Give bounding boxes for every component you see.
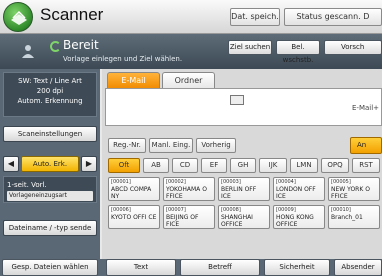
destination-field[interactable] bbox=[105, 88, 382, 126]
density-left-button[interactable]: ◀ bbox=[3, 156, 19, 172]
entry-name: YOKOHAMA O FFICE bbox=[166, 186, 207, 200]
index-tab-ef[interactable]: EF bbox=[201, 158, 227, 173]
scanner-logo-icon bbox=[3, 2, 33, 32]
save-data-button[interactable]: Dat. speich. bbox=[230, 8, 280, 26]
destination-entry[interactable]: [00010] Branch_01 bbox=[328, 205, 380, 229]
resolution-text: 200 dpi bbox=[36, 87, 64, 95]
search-destination-button[interactable]: Ziel suchen bbox=[228, 40, 272, 55]
tab-email[interactable]: E-Mail bbox=[107, 72, 160, 89]
previous-button[interactable]: Vorherig bbox=[196, 138, 236, 153]
index-tab-cd[interactable]: CD bbox=[172, 158, 198, 173]
feed-type-text: Vorlageneinzugsart bbox=[7, 191, 93, 201]
destination-entry[interactable]: [00001] ABCD COMPA NY bbox=[108, 177, 160, 201]
destination-entry[interactable]: [00008] SHANGHAI OFFICE bbox=[218, 205, 270, 229]
destination-entry[interactable]: [00009] HONG KONG OFFICE bbox=[273, 205, 325, 229]
entry-name: NEW YORK O FFICE bbox=[331, 186, 370, 200]
subject-button[interactable]: Betreff bbox=[180, 259, 260, 276]
destination-entry[interactable]: [00005] NEW YORK O FFICE bbox=[328, 177, 380, 201]
entry-number: [00009] bbox=[276, 207, 296, 213]
scan-settings-button[interactable]: Scaneinstellungen bbox=[3, 126, 97, 142]
original-feed-type-button[interactable]: 1-seit. Vorl. Vorlageneinzugsart bbox=[3, 176, 97, 203]
entry-number: [00001] bbox=[111, 179, 131, 185]
entry-name: HONG KONG OFFICE bbox=[276, 214, 314, 228]
entry-name: BERLIN OFF ICE bbox=[221, 186, 257, 200]
tab-folder[interactable]: Ordner bbox=[162, 72, 215, 89]
entry-number: [00003] bbox=[221, 179, 241, 185]
destination-entry[interactable]: [00002] YOKOHAMA O FFICE bbox=[163, 177, 215, 201]
destination-entry[interactable]: [00006] KYOTO OFFI CE bbox=[108, 205, 160, 229]
destination-label: E-Mail+ bbox=[352, 104, 380, 112]
index-tab-ab[interactable]: AB bbox=[143, 158, 169, 173]
scan-info-box: SW: Text / Line Art 200 dpi Autom. Erken… bbox=[3, 72, 97, 117]
density-right-button[interactable]: ▶ bbox=[81, 156, 97, 172]
destination-entry[interactable]: [00007] BEIJING OF FICE bbox=[163, 205, 215, 229]
app-title: Scanner bbox=[40, 5, 104, 24]
select-stored-file-button[interactable]: Gesp. Dateien wählen bbox=[2, 259, 98, 276]
check-modes-button[interactable]: Bel. wschstb. bbox=[276, 40, 320, 64]
entry-number: [00008] bbox=[221, 207, 241, 213]
index-tab-opq[interactable]: OPQ bbox=[321, 158, 349, 173]
security-button[interactable]: Sicherheit bbox=[264, 259, 330, 276]
entry-name: Branch_01 bbox=[331, 214, 363, 221]
detection-text: Autom. Erkennung bbox=[17, 97, 83, 105]
manual-input-button[interactable]: Manl. Eing. bbox=[149, 138, 193, 153]
index-tab-rst[interactable]: RST bbox=[352, 158, 380, 173]
entry-number: [00010] bbox=[331, 207, 351, 213]
index-tab-gh[interactable]: GH bbox=[230, 158, 256, 173]
entry-number: [00005] bbox=[331, 179, 351, 185]
file-name-type-button[interactable]: Dateiname / -typ sende bbox=[3, 220, 97, 236]
destination-entry[interactable]: [00004] LONDON OFF ICE bbox=[273, 177, 325, 201]
entry-name: ABCD COMPA NY bbox=[111, 186, 152, 200]
entry-name: SHANGHAI OFFICE bbox=[221, 214, 253, 228]
index-tab-lmn[interactable]: LMN bbox=[290, 158, 318, 173]
density-row: ◀ Auto. Erk. ▶ bbox=[3, 156, 97, 172]
sided-original-text: 1-seit. Vorl. bbox=[7, 181, 47, 189]
entry-number: [00006] bbox=[111, 207, 131, 213]
entry-number: [00004] bbox=[276, 179, 296, 185]
auto-detect-button[interactable]: Auto. Erk. bbox=[21, 156, 79, 172]
destination-icon bbox=[230, 95, 244, 105]
to-button[interactable]: An bbox=[350, 137, 382, 154]
index-tab-ijk[interactable]: IJK bbox=[259, 158, 287, 173]
ready-status-icon bbox=[50, 41, 61, 52]
sender-button[interactable]: Absender bbox=[334, 259, 382, 276]
ready-status-text: Bereit bbox=[63, 38, 99, 52]
entry-number: [00002] bbox=[166, 179, 186, 185]
text-button[interactable]: Text bbox=[106, 259, 176, 276]
entry-name: KYOTO OFFI CE bbox=[111, 214, 157, 221]
user-icon bbox=[22, 45, 34, 58]
destination-entry[interactable]: [00003] BERLIN OFF ICE bbox=[218, 177, 270, 201]
entry-number: [00007] bbox=[166, 207, 186, 213]
instruction-text: Vorlage einlegen und Ziel wählen. bbox=[63, 55, 183, 63]
entry-name: LONDON OFF ICE bbox=[276, 186, 316, 200]
index-tab-frequent[interactable]: Oft bbox=[108, 158, 140, 173]
preview-button[interactable]: Vorsch bbox=[324, 40, 382, 55]
scan-mode-text: SW: Text / Line Art bbox=[18, 77, 82, 85]
entry-name: BEIJING OF FICE bbox=[166, 214, 199, 228]
reg-no-button[interactable]: Reg.-Nr. bbox=[108, 138, 146, 153]
scan-status-button[interactable]: Status gescann. D bbox=[284, 8, 382, 26]
